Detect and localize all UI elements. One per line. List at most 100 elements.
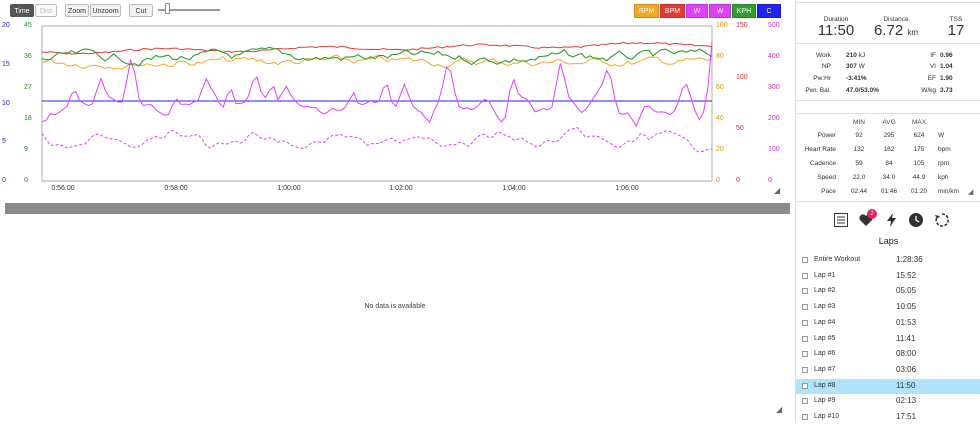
lap-checkbox[interactable] [802,272,808,279]
lap-time: 15:52 [896,270,917,280]
lap-row[interactable]: Lap #8 11:50 [796,378,980,394]
pwhr-label: Pw:Hr [813,75,831,82]
stats-min: 02:44 [850,188,868,195]
no-data-message: No data is available [364,303,426,310]
stats-name: Cadence [809,160,836,167]
lap-time: 17:51 [896,412,917,421]
lap-checkbox[interactable] [802,288,808,295]
lightning-icon[interactable] [884,212,900,228]
tss-stat: TSS 17 [936,16,976,38]
lap-row[interactable]: Lap #9 02:13 [796,394,980,409]
vi-label: VI [929,63,936,70]
lap-row[interactable]: Lap #7 03:06 [796,363,980,378]
lap-time: 05:05 [896,286,917,296]
ef-label: EF [927,75,936,82]
lap-name: Lap #8 [814,381,836,389]
np-value: 307 [846,63,857,70]
np-unit: W [858,63,865,70]
work-value: 210 [846,52,857,59]
lap-checkbox[interactable] [802,398,808,405]
duration-value: 11:50 [817,22,855,39]
lap-checkbox[interactable] [802,382,808,389]
chart-resize-handle[interactable]: ◢ [774,186,780,195]
stats-max: 44.9 [912,174,926,181]
stats-avg: 01:46 [880,188,898,195]
lap-checkbox[interactable] [802,414,808,420]
lap-row[interactable]: Lap #4 01:53 [796,316,980,331]
stats-avg: 162 [883,146,895,153]
if-value: 0.96 [940,52,953,59]
power-series [41,41,713,128]
list-icon[interactable] [833,212,849,228]
lap-name: Lap #6 [814,350,836,358]
lap-checkbox[interactable] [802,366,808,373]
stats-min: 59 [855,160,863,167]
power-balance-label: Pwr. Bal. [805,87,831,94]
np-label: NP [821,63,831,70]
stats-unit: bpm [938,146,951,153]
distance-value: 6.72 [873,22,904,39]
lap-checkbox[interactable] [802,351,808,358]
lap-row[interactable]: Lap #5 11:41 [796,332,980,347]
lap-time: 11:41 [896,333,916,343]
if-label: IF [930,52,936,59]
lap-time: 01:53 [896,317,917,327]
heart-rate-series [41,41,713,55]
vi-value: 1.04 [940,63,953,70]
stats-name: Power [817,132,836,139]
stats-unit: kph [938,174,949,181]
lap-row[interactable]: Lap #6 08:00 [796,347,980,362]
stats-max: 175 [913,146,925,153]
distance-stat: Distance 6.72 km [866,16,926,40]
clock-icon[interactable] [908,212,924,228]
tss-value: 17 [947,22,965,39]
stats-avg: 34.0 [882,174,896,181]
lap-checkbox[interactable] [802,257,808,263]
stats-min: 132 [853,146,865,153]
stats-unit: rpm [938,160,950,167]
lap-time: 02:13 [896,396,917,406]
distance-unit: km [907,28,919,37]
workout-line-chart[interactable] [0,0,790,200]
lap-time: 03:06 [896,364,917,374]
lap-row[interactable]: Lap #10 17:51 [796,410,980,425]
stats-avg: 295 [883,132,895,139]
stats-max: 01:20 [910,188,928,195]
wkg-value: 3.73 [940,87,953,94]
lap-row[interactable]: Lap #2 05:05 [796,284,980,299]
lap-row[interactable]: Lap #1 15:52 [796,269,980,284]
laps-title: Laps [878,236,899,246]
lap-name: Lap #1 [814,271,836,279]
lap-name: Lap #3 [814,303,836,311]
stats-unit: W [938,132,945,139]
panel-splitter[interactable] [5,203,790,214]
power-average-series [41,126,713,153]
lap-row[interactable]: Entire Workout 1:28:36 [796,253,980,268]
stats-min: 92 [855,132,863,139]
table-header-avg: AVG [882,119,896,126]
refresh-icon[interactable] [934,212,950,228]
stats-name: Speed [817,174,836,181]
lap-name: Lap #5 [814,334,836,342]
lap-checkbox[interactable] [802,335,808,342]
lap-time: 1:28:36 [896,255,923,264]
stats-max: 105 [913,160,925,167]
lap-checkbox[interactable] [802,304,808,311]
pwhr-value: -3.41% [846,75,867,82]
duration-stat: Duration 11:50 [811,16,861,38]
speed-series [41,46,713,67]
workout-summary-panel: Duration 11:50 Distance 6.72 km TSS 17 W… [795,0,980,421]
lap-checkbox[interactable] [802,319,808,326]
lap-time: 10:05 [896,302,917,312]
table-header-min: MIN [853,119,865,126]
lower-panel-resize-handle[interactable]: ◢ [776,405,782,414]
stats-avg: 84 [885,160,893,167]
lap-row[interactable]: Lap #3 10:05 [796,300,980,315]
lap-time: 08:00 [896,349,917,359]
lap-name: Lap #10 [814,413,840,420]
lap-name: Lap #2 [814,287,836,295]
ef-value: 1.90 [940,75,953,82]
stats-resize-handle[interactable]: ◢ [968,188,973,196]
stats-name: Pace [821,188,836,195]
lap-time: 11:50 [896,380,916,390]
